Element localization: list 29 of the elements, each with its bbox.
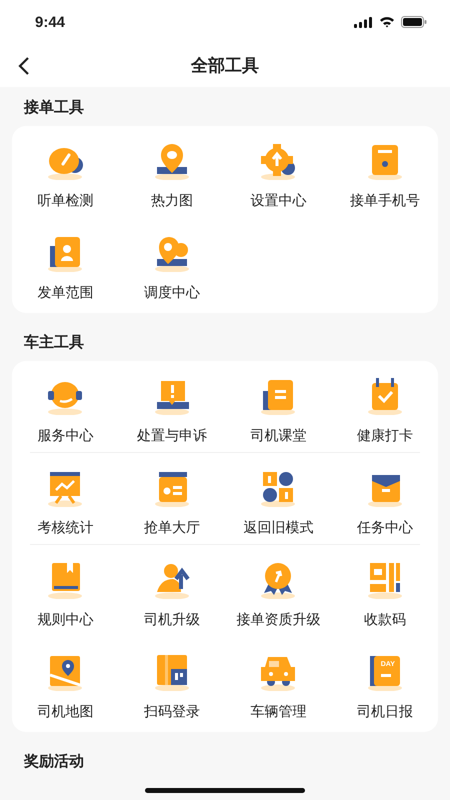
- tool-item[interactable]: 设置中心: [225, 126, 332, 218]
- tool-item[interactable]: 接单资质升级: [225, 545, 332, 637]
- tool-item[interactable]: 返回旧模式: [225, 453, 332, 544]
- tool-item[interactable]: 服务中心: [12, 361, 118, 452]
- signal-icon: [354, 16, 373, 28]
- tool-item[interactable]: 司机地图: [12, 637, 118, 729]
- tool-item[interactable]: 处置与申诉: [118, 361, 225, 452]
- tool-item[interactable]: 健康打卡: [332, 361, 438, 452]
- tool-item[interactable]: 车辆管理: [225, 637, 332, 729]
- battery-icon: [401, 16, 427, 28]
- tool-item[interactable]: 听单检测: [12, 126, 118, 218]
- tool-item[interactable]: 调度中心: [118, 218, 225, 310]
- section-title: 车主工具: [23, 332, 85, 353]
- tool-item[interactable]: 抢单大厅: [118, 453, 225, 544]
- tool-item[interactable]: 规则中心: [12, 545, 118, 637]
- section-title: 奖励活动: [22, 751, 85, 772]
- tool-item[interactable]: 司机升级: [118, 545, 225, 637]
- tool-item[interactable]: 任务中心: [332, 453, 438, 544]
- page-title: 全部工具: [191, 55, 259, 77]
- tool-item[interactable]: 考核统计: [12, 453, 118, 544]
- status-time: 9:44: [35, 14, 66, 30]
- wifi-icon: [379, 16, 395, 28]
- section-title: 接单工具: [22, 97, 85, 118]
- tool-item[interactable]: 司机课堂: [225, 361, 332, 452]
- tool-item[interactable]: 接单手机号: [332, 126, 438, 218]
- tool-item[interactable]: 发单范围: [12, 218, 118, 310]
- tool-item[interactable]: 热力图: [118, 126, 225, 218]
- tool-item[interactable]: 收款码: [332, 545, 438, 637]
- tool-item[interactable]: 扫码登录: [118, 637, 225, 729]
